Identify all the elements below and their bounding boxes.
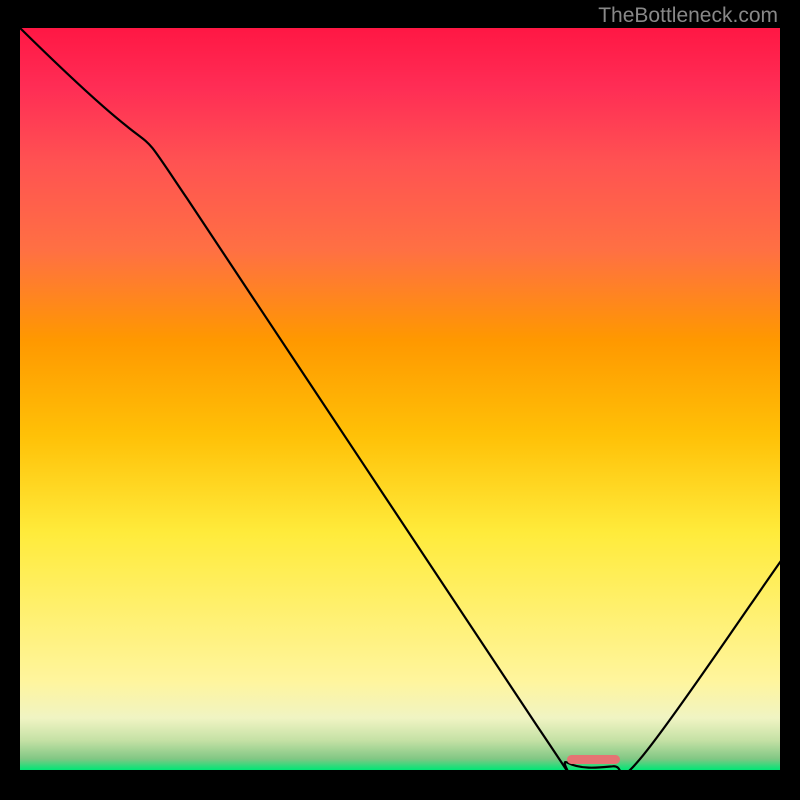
chart-container	[20, 28, 780, 770]
optimal-marker	[567, 755, 620, 764]
attribution-text: TheBottleneck.com	[598, 4, 778, 28]
gradient-background	[20, 28, 780, 770]
